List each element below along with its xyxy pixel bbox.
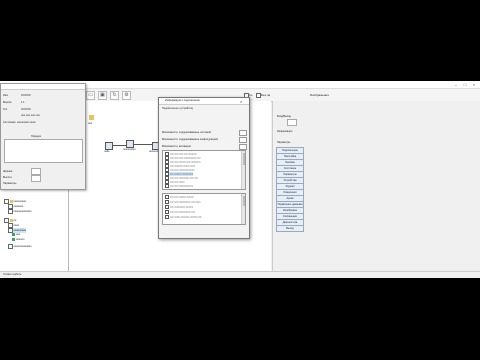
right-panel-header: Вход/Выход bbox=[277, 115, 291, 118]
right-panel-label-b: Параметры bbox=[277, 141, 291, 144]
dialog-title: Информация о подключении bbox=[165, 99, 200, 103]
config-list[interactable]: ооо ооо оооооо оооооо ооо ооо оооооооооо… bbox=[162, 193, 246, 225]
toolbar-label-c: Изображения bbox=[310, 93, 329, 97]
connector-line bbox=[113, 145, 126, 146]
prop-value: 1.1 bbox=[21, 101, 25, 104]
tree-item-selected[interactable]: ооооооооо bbox=[8, 228, 27, 233]
prop-textarea[interactable] bbox=[4, 139, 83, 163]
node-label: node bbox=[104, 150, 110, 153]
right-panel-label-a: Информация bbox=[277, 130, 293, 133]
prop-label: Тип bbox=[3, 108, 8, 111]
list-scrollbar[interactable] bbox=[241, 194, 245, 224]
list-scrollbar[interactable] bbox=[241, 151, 245, 189]
connection-dialog: Информация о подключении × Подключение к… bbox=[158, 97, 250, 239]
dialog-option-label: Возможности, активации bbox=[162, 145, 191, 148]
close-icon[interactable]: × bbox=[240, 99, 242, 104]
dialog-description: Подключение к устройству bbox=[162, 107, 194, 110]
properties-window: Имя ООООО Версия 1.1 Тип ООООО ооо ооо о… bbox=[0, 83, 86, 190]
prop-label: Имя bbox=[3, 94, 8, 97]
tree-item[interactable]: ооооооооооооо bbox=[8, 244, 32, 249]
tree-item[interactable]: оооо bbox=[8, 223, 19, 228]
folder-icon bbox=[9, 200, 13, 203]
prop-label: Версия bbox=[3, 101, 12, 104]
list-item[interactable]: ооо ооооооооо оооооо bbox=[165, 205, 193, 209]
tree-item[interactable]: оо bbox=[4, 218, 16, 223]
panel-button[interactable]: Выход bbox=[276, 225, 304, 232]
prop-group-title: Порядок bbox=[31, 135, 41, 138]
option-toggle[interactable] bbox=[239, 137, 247, 143]
prop-value: ООООО bbox=[21, 108, 31, 111]
prop-status: Состояние: ооооооооо оооо bbox=[3, 121, 36, 124]
folder-icon bbox=[9, 219, 13, 222]
tree-item[interactable]: ооо bbox=[12, 233, 20, 236]
dialog-titlebar: Информация о подключении × bbox=[159, 98, 249, 105]
settings-icon[interactable]: ⚙ bbox=[122, 91, 131, 100]
node-label: ооооооооо bbox=[123, 148, 136, 151]
list-item[interactable]: ооо ооо оооооо оооооо bbox=[165, 195, 194, 199]
node-box[interactable] bbox=[105, 142, 113, 150]
refresh-icon[interactable]: ↻ bbox=[110, 91, 119, 100]
tree-item[interactable]: оооооо bbox=[12, 238, 24, 241]
right-panel: Вход/Выход Информация Параметры Подключе… bbox=[272, 101, 480, 271]
prop-input[interactable] bbox=[31, 168, 41, 175]
tree-item[interactable]: ооооооооо bbox=[4, 199, 26, 204]
save-icon[interactable]: ▣ bbox=[98, 91, 107, 100]
tree-item[interactable]: ооооооо bbox=[8, 204, 23, 209]
connector-line bbox=[134, 144, 152, 145]
status-bar: Готово к работе bbox=[0, 271, 480, 278]
prop-input[interactable] bbox=[31, 175, 41, 182]
list-item[interactable]: ооо ооо оооооооооооо bbox=[165, 184, 193, 188]
toolbar-checkbox-b-label: Без ла bbox=[261, 93, 271, 97]
list-item[interactable]: ооо ооооо ооооооо оооооо ооо bbox=[165, 215, 202, 219]
capabilities-list[interactable]: ооо ооо оооо ооо ооооооо ооо ооо оооо оо… bbox=[162, 150, 246, 190]
prop-value: ооо ооо ооо ооо bbox=[21, 114, 40, 117]
list-item[interactable]: ооо ооо оооооооооо ооо оооо bbox=[165, 200, 200, 204]
list-item[interactable]: ооо ооо оооооооооо ооо bbox=[165, 210, 195, 214]
properties-titlebar bbox=[1, 84, 85, 90]
node-label: ooo bbox=[88, 122, 93, 125]
prop-param-label: Параметры bbox=[3, 182, 17, 185]
dialog-option-label: Возможности, поддерживаемые конфигурацие… bbox=[162, 138, 218, 141]
right-panel-input[interactable] bbox=[287, 119, 297, 126]
prop-param-label: Высота bbox=[3, 176, 12, 179]
open-icon[interactable]: ▭ bbox=[86, 91, 95, 100]
node-box[interactable] bbox=[126, 140, 134, 148]
folder-icon[interactable] bbox=[89, 115, 94, 120]
option-toggle[interactable] bbox=[239, 130, 247, 136]
dialog-option-label: Возможности, поддерживаемые системой bbox=[162, 131, 211, 134]
tree-item[interactable]: ооооооооооооо bbox=[8, 209, 32, 214]
minimize-icon[interactable]: – bbox=[452, 82, 460, 87]
maximize-icon[interactable]: □ bbox=[461, 82, 469, 87]
close-icon[interactable]: × bbox=[470, 82, 478, 87]
prop-param-label: Ширина bbox=[3, 170, 13, 173]
status-text: Готово к работе bbox=[3, 273, 22, 276]
green-node-icon bbox=[12, 233, 15, 236]
green-node-icon bbox=[12, 238, 15, 241]
prop-value: ООООО bbox=[21, 94, 31, 97]
